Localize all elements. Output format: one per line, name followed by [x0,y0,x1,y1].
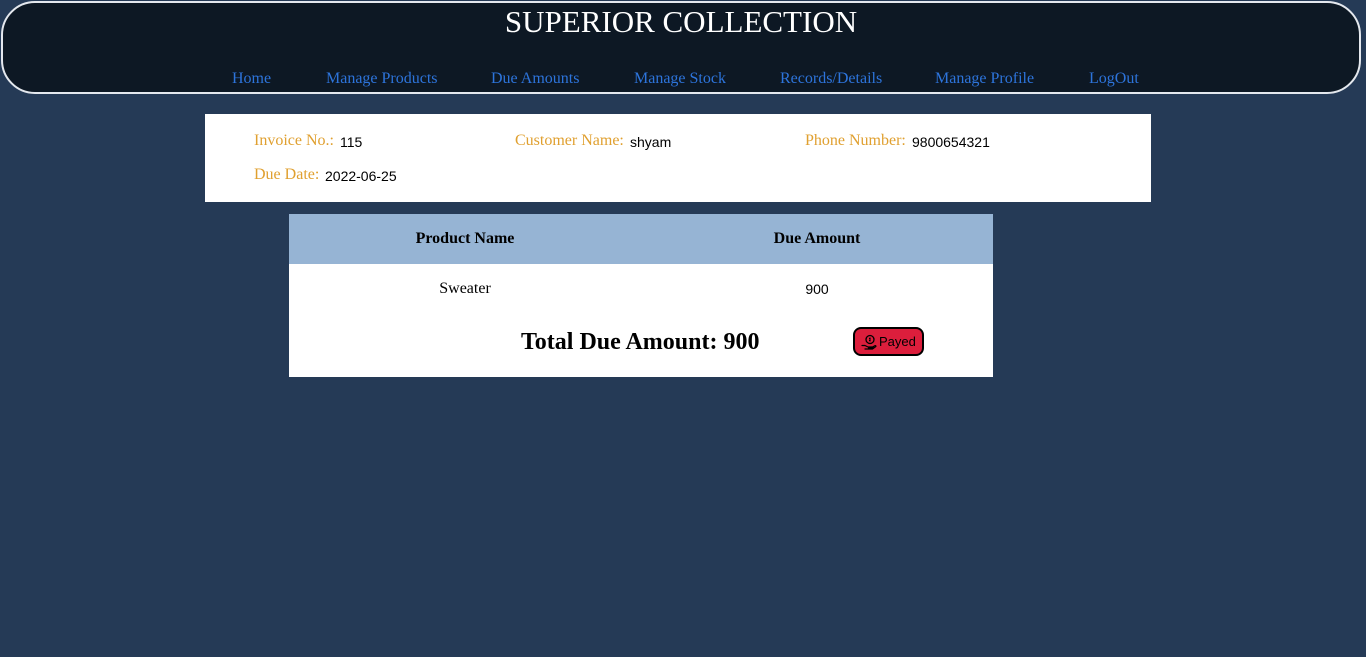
payed-button[interactable]: Payed [853,327,924,356]
column-header-product-name: Product Name [415,230,515,247]
due-amount-table: Product Name Due Amount Sweater 900 Tota… [289,214,993,377]
nav-logout[interactable]: LogOut [1089,69,1139,89]
nav-manage-profile[interactable]: Manage Profile [935,69,1034,89]
due-date-label: Due Date: [254,166,320,183]
nav-manage-stock[interactable]: Manage Stock [634,69,726,89]
due-amount-cell: 900 [805,281,829,297]
invoice-number-value: 115 [340,134,363,150]
table-header-row: Product Name Due Amount [289,214,993,264]
phone-number-label: Phone Number: [805,132,906,149]
site-title: SUPERIOR COLLECTION [504,4,858,39]
invoice-info-panel: Invoice No.: 115 Customer Name: shyam Ph… [205,114,1151,202]
payed-button-label: Payed [879,333,916,349]
cash-hand-icon [861,334,877,350]
column-header-due-amount: Due Amount [773,230,861,247]
customer-name-label: Customer Name: [515,132,624,149]
phone-number-value: 9800654321 [912,134,990,150]
nav-home[interactable]: Home [232,69,271,89]
nav-manage-products[interactable]: Manage Products [326,69,438,89]
total-due-amount: Total Due Amount: 900 [521,329,760,355]
customer-name-value: shyam [630,134,672,150]
due-date-value: 2022-06-25 [325,168,397,184]
nav-due-amounts[interactable]: Due Amounts [491,69,579,89]
nav-records-details[interactable]: Records/Details [780,69,882,89]
invoice-number-label: Invoice No.: [254,132,334,149]
site-header: SUPERIOR COLLECTION Home Manage Products… [1,1,1361,94]
product-name-cell: Sweater [439,280,491,297]
main-nav: Home Manage Products Due Amounts Manage … [3,69,1359,93]
